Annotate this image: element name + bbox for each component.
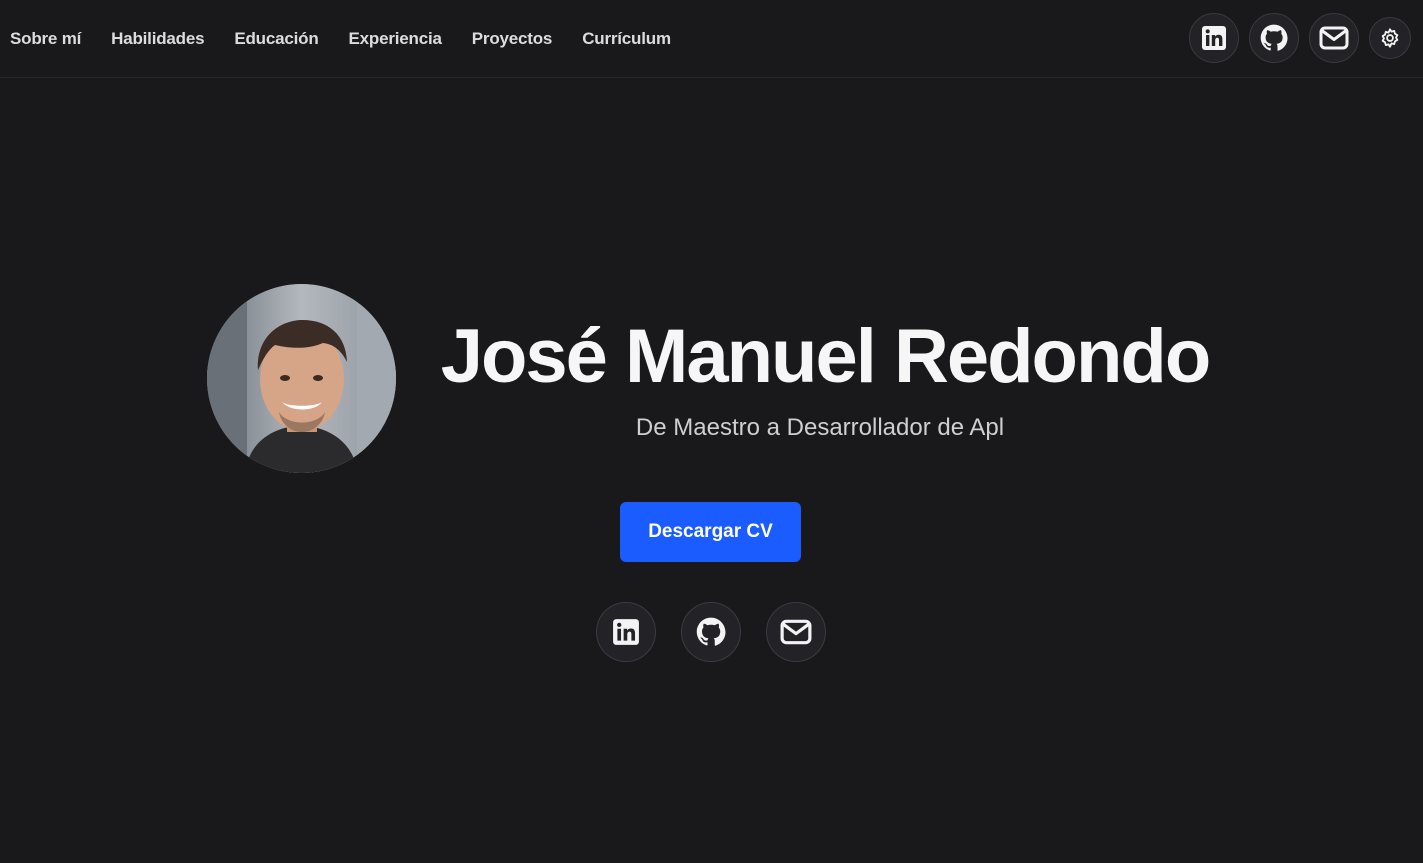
download-cv-button[interactable]: Descargar CV	[620, 502, 801, 562]
nav-mail-button[interactable]	[1309, 13, 1359, 63]
hero-name: José Manuel Redondo	[440, 314, 1212, 399]
hero-social-links	[596, 602, 851, 662]
linkedin-icon	[1202, 26, 1226, 50]
nav-social-links	[1179, 13, 1411, 63]
nav-item-curriculum[interactable]: Currículum	[582, 29, 671, 49]
settings-button[interactable]	[1369, 17, 1411, 59]
hero-linkedin-button[interactable]	[596, 602, 656, 662]
profile-photo	[207, 284, 396, 473]
gear-icon	[1381, 28, 1399, 48]
mail-icon	[1319, 26, 1349, 50]
nav-item-experiencia[interactable]: Experiencia	[349, 29, 442, 49]
mail-icon	[780, 619, 812, 645]
hero-mail-button[interactable]	[766, 602, 826, 662]
main-nav: Sobre mí Habilidades Educación Experienc…	[10, 0, 701, 78]
github-icon	[1260, 24, 1288, 51]
top-navbar: Sobre mí Habilidades Educación Experienc…	[0, 0, 1423, 78]
nav-item-habilidades[interactable]: Habilidades	[111, 29, 204, 49]
nav-item-proyectos[interactable]: Proyectos	[472, 29, 553, 49]
hero-github-button[interactable]	[681, 602, 741, 662]
hero-subtitle: De Maestro a Desarrollador de Apl	[635, 414, 1005, 441]
nav-item-educacion[interactable]: Educación	[234, 29, 318, 49]
nav-linkedin-button[interactable]	[1189, 13, 1239, 63]
github-icon	[696, 617, 726, 646]
nav-item-sobre-mi[interactable]: Sobre mí	[10, 29, 81, 49]
linkedin-icon	[613, 619, 639, 645]
nav-github-button[interactable]	[1249, 13, 1299, 63]
avatar	[207, 284, 396, 473]
